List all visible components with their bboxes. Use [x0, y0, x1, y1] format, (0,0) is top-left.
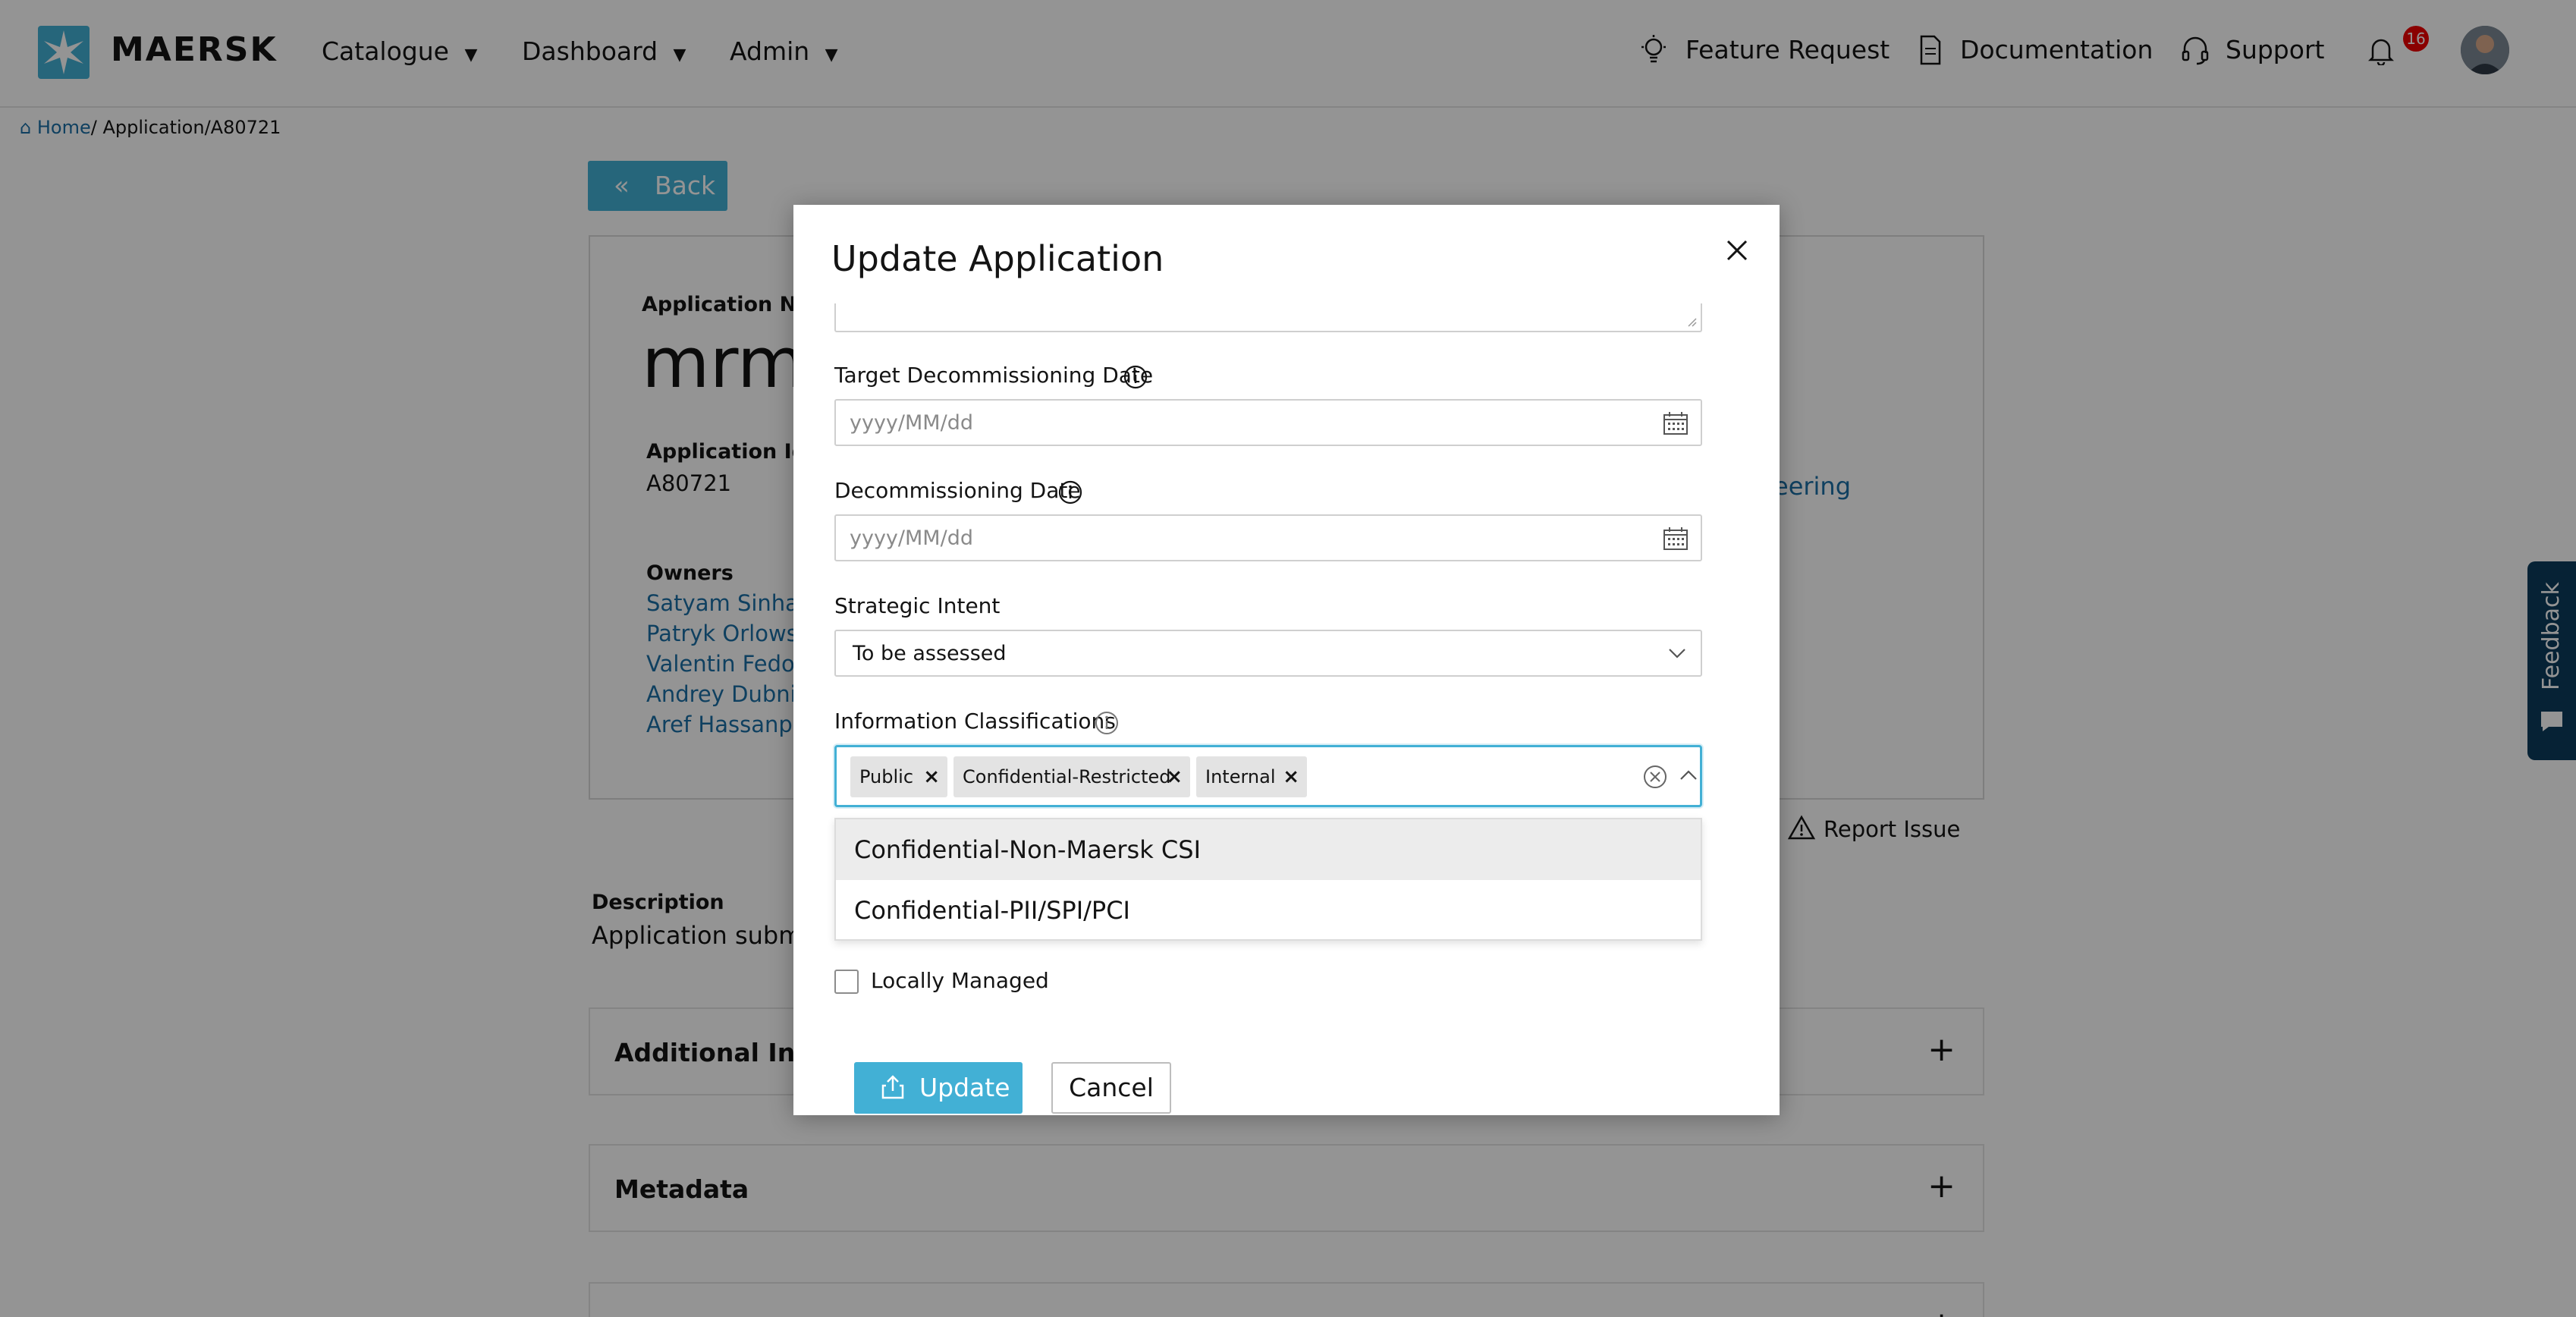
locally-managed-label: Locally Managed: [871, 968, 1049, 993]
tag-label: Internal: [1205, 766, 1276, 787]
dropdown-option[interactable]: Confidential-Non-Maersk CSI: [836, 819, 1701, 880]
selected-tag: Internal ×: [1196, 756, 1307, 797]
dropdown-option[interactable]: Confidential-PII/SPI/PCI: [836, 880, 1701, 941]
date-placeholder: yyyy/MM/dd: [850, 411, 973, 435]
tag-remove-icon[interactable]: ×: [923, 756, 940, 797]
selected-tag: Public ×: [850, 756, 947, 797]
share-upload-icon: [881, 1075, 904, 1099]
chevron-up-icon[interactable]: [1679, 769, 1698, 782]
date-placeholder: yyyy/MM/dd: [850, 526, 973, 550]
close-icon[interactable]: [1722, 235, 1752, 266]
tag-label: Confidential-Restricted: [963, 766, 1171, 787]
strategic-intent-value: To be assessed: [853, 642, 1007, 665]
info-icon[interactable]: [1123, 364, 1148, 390]
calendar-icon[interactable]: [1663, 411, 1689, 435]
target-decommissioning-label: Target Decommissioning Date: [834, 363, 1154, 388]
information-classifications-label: Information Classifications: [834, 709, 1116, 734]
cancel-button[interactable]: Cancel: [1051, 1062, 1171, 1114]
chevron-down-icon[interactable]: [1667, 646, 1687, 660]
locally-managed-checkbox[interactable]: [834, 970, 859, 994]
update-application-modal: Update Application Target Decommissionin…: [793, 205, 1780, 1115]
decommissioning-date-input[interactable]: yyyy/MM/dd: [834, 514, 1702, 561]
update-button[interactable]: Update: [854, 1062, 1023, 1114]
selected-tag: Confidential-Restricted ×: [953, 756, 1190, 797]
update-button-label: Update: [919, 1073, 1010, 1102]
clear-all-icon[interactable]: [1642, 764, 1668, 790]
information-classifications-multiselect[interactable]: Public × Confidential-Restricted × Inter…: [834, 745, 1702, 807]
textarea-partial[interactable]: [834, 303, 1702, 332]
strategic-intent-select[interactable]: To be assessed: [834, 630, 1702, 677]
tag-label: Public: [859, 766, 914, 787]
info-icon[interactable]: [1094, 710, 1120, 736]
tag-remove-icon[interactable]: ×: [1283, 756, 1299, 797]
info-icon[interactable]: [1057, 479, 1083, 505]
modal-title: Update Application: [831, 238, 1164, 279]
decommissioning-date-label: Decommissioning Date: [834, 478, 1081, 503]
target-decommissioning-date-input[interactable]: yyyy/MM/dd: [834, 399, 1702, 446]
tag-remove-icon[interactable]: ×: [1166, 756, 1183, 797]
classifications-dropdown: Confidential-Non-Maersk CSI Confidential…: [834, 818, 1702, 941]
calendar-icon[interactable]: [1663, 526, 1689, 551]
strategic-intent-label: Strategic Intent: [834, 593, 1001, 618]
